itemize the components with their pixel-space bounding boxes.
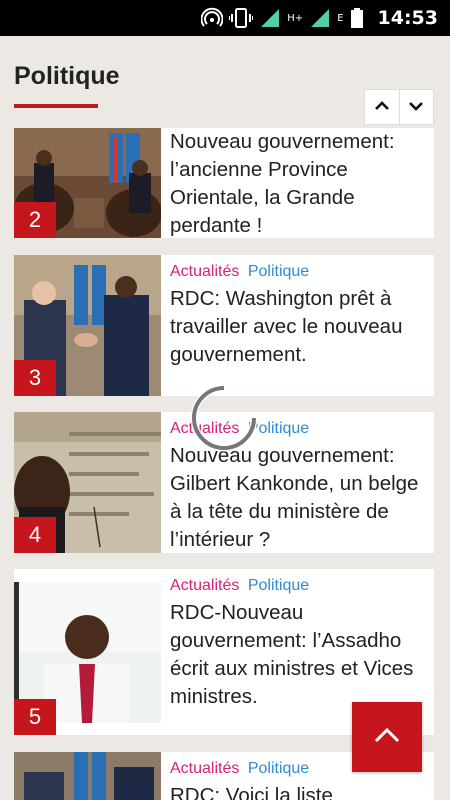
- article-title[interactable]: Nouveau gouvernement: Gilbert Kankonde, …: [170, 442, 428, 554]
- network-type-e: E: [337, 12, 344, 24]
- article-title[interactable]: RDC: Washington prêt à travailler avec l…: [170, 285, 428, 369]
- article-card[interactable]: 2 Nouveau gouvernement: l’ancienne Provi…: [14, 128, 434, 238]
- article-thumbnail[interactable]: 4: [14, 412, 161, 553]
- network-type-h: H+: [287, 12, 304, 24]
- hotspot-icon: [201, 6, 224, 30]
- article-body: Actualités Politique RDC: Washington prê…: [161, 255, 434, 396]
- article-title[interactable]: RDC: Voici la liste: [170, 782, 333, 800]
- article-body: Nouveau gouvernement: l’ancienne Provinc…: [161, 128, 434, 238]
- article-thumbnail[interactable]: 5: [14, 569, 161, 735]
- article-thumbnail[interactable]: 2: [14, 128, 161, 238]
- back-to-top-icon: [374, 727, 400, 748]
- tag-actualites[interactable]: Actualités: [170, 760, 239, 777]
- article-tags: Actualités Politique: [170, 263, 428, 281]
- tag-politique[interactable]: Politique: [248, 760, 309, 777]
- chevron-up-icon: [375, 98, 389, 116]
- status-bar: H+ E 14:53: [0, 0, 450, 36]
- scroll-down-button[interactable]: [398, 90, 433, 124]
- rank-badge: 2: [14, 202, 56, 238]
- article-title[interactable]: Nouveau gouvernement: l’ancienne Provinc…: [170, 128, 428, 240]
- rank-badge: 4: [14, 517, 56, 553]
- tag-actualites[interactable]: Actualités: [170, 263, 239, 280]
- article-thumbnail[interactable]: [14, 752, 161, 800]
- article-body: Actualités Politique RDC: Voici la liste: [161, 752, 339, 800]
- battery-icon: [350, 6, 364, 30]
- article-tags: Actualités Politique: [170, 760, 333, 778]
- scroll-up-button[interactable]: [365, 90, 399, 124]
- tag-actualites[interactable]: Actualités: [170, 577, 239, 594]
- loading-spinner-icon: [190, 384, 258, 452]
- signal-icon: [309, 6, 331, 30]
- chevron-down-icon: [409, 98, 424, 116]
- title-underline: [14, 104, 98, 108]
- rank-badge: 3: [14, 360, 56, 396]
- article-card[interactable]: 3 Actualités Politique RDC: Washington p…: [14, 255, 434, 396]
- status-time: 14:53: [377, 7, 438, 29]
- tag-politique[interactable]: Politique: [248, 577, 309, 594]
- rank-badge: 5: [14, 699, 56, 735]
- article-tags: Actualités Politique: [170, 577, 428, 595]
- signal-icon: [259, 6, 281, 30]
- article-thumbnail[interactable]: 3: [14, 255, 161, 396]
- tag-politique[interactable]: Politique: [248, 263, 309, 280]
- section-title: Politique: [14, 62, 120, 90]
- vibrate-icon: [229, 6, 254, 30]
- article-title[interactable]: RDC-Nouveau gouvernement: l’Assadho écri…: [170, 599, 428, 711]
- back-to-top-button[interactable]: [352, 702, 422, 772]
- carousel-nav: [364, 89, 434, 125]
